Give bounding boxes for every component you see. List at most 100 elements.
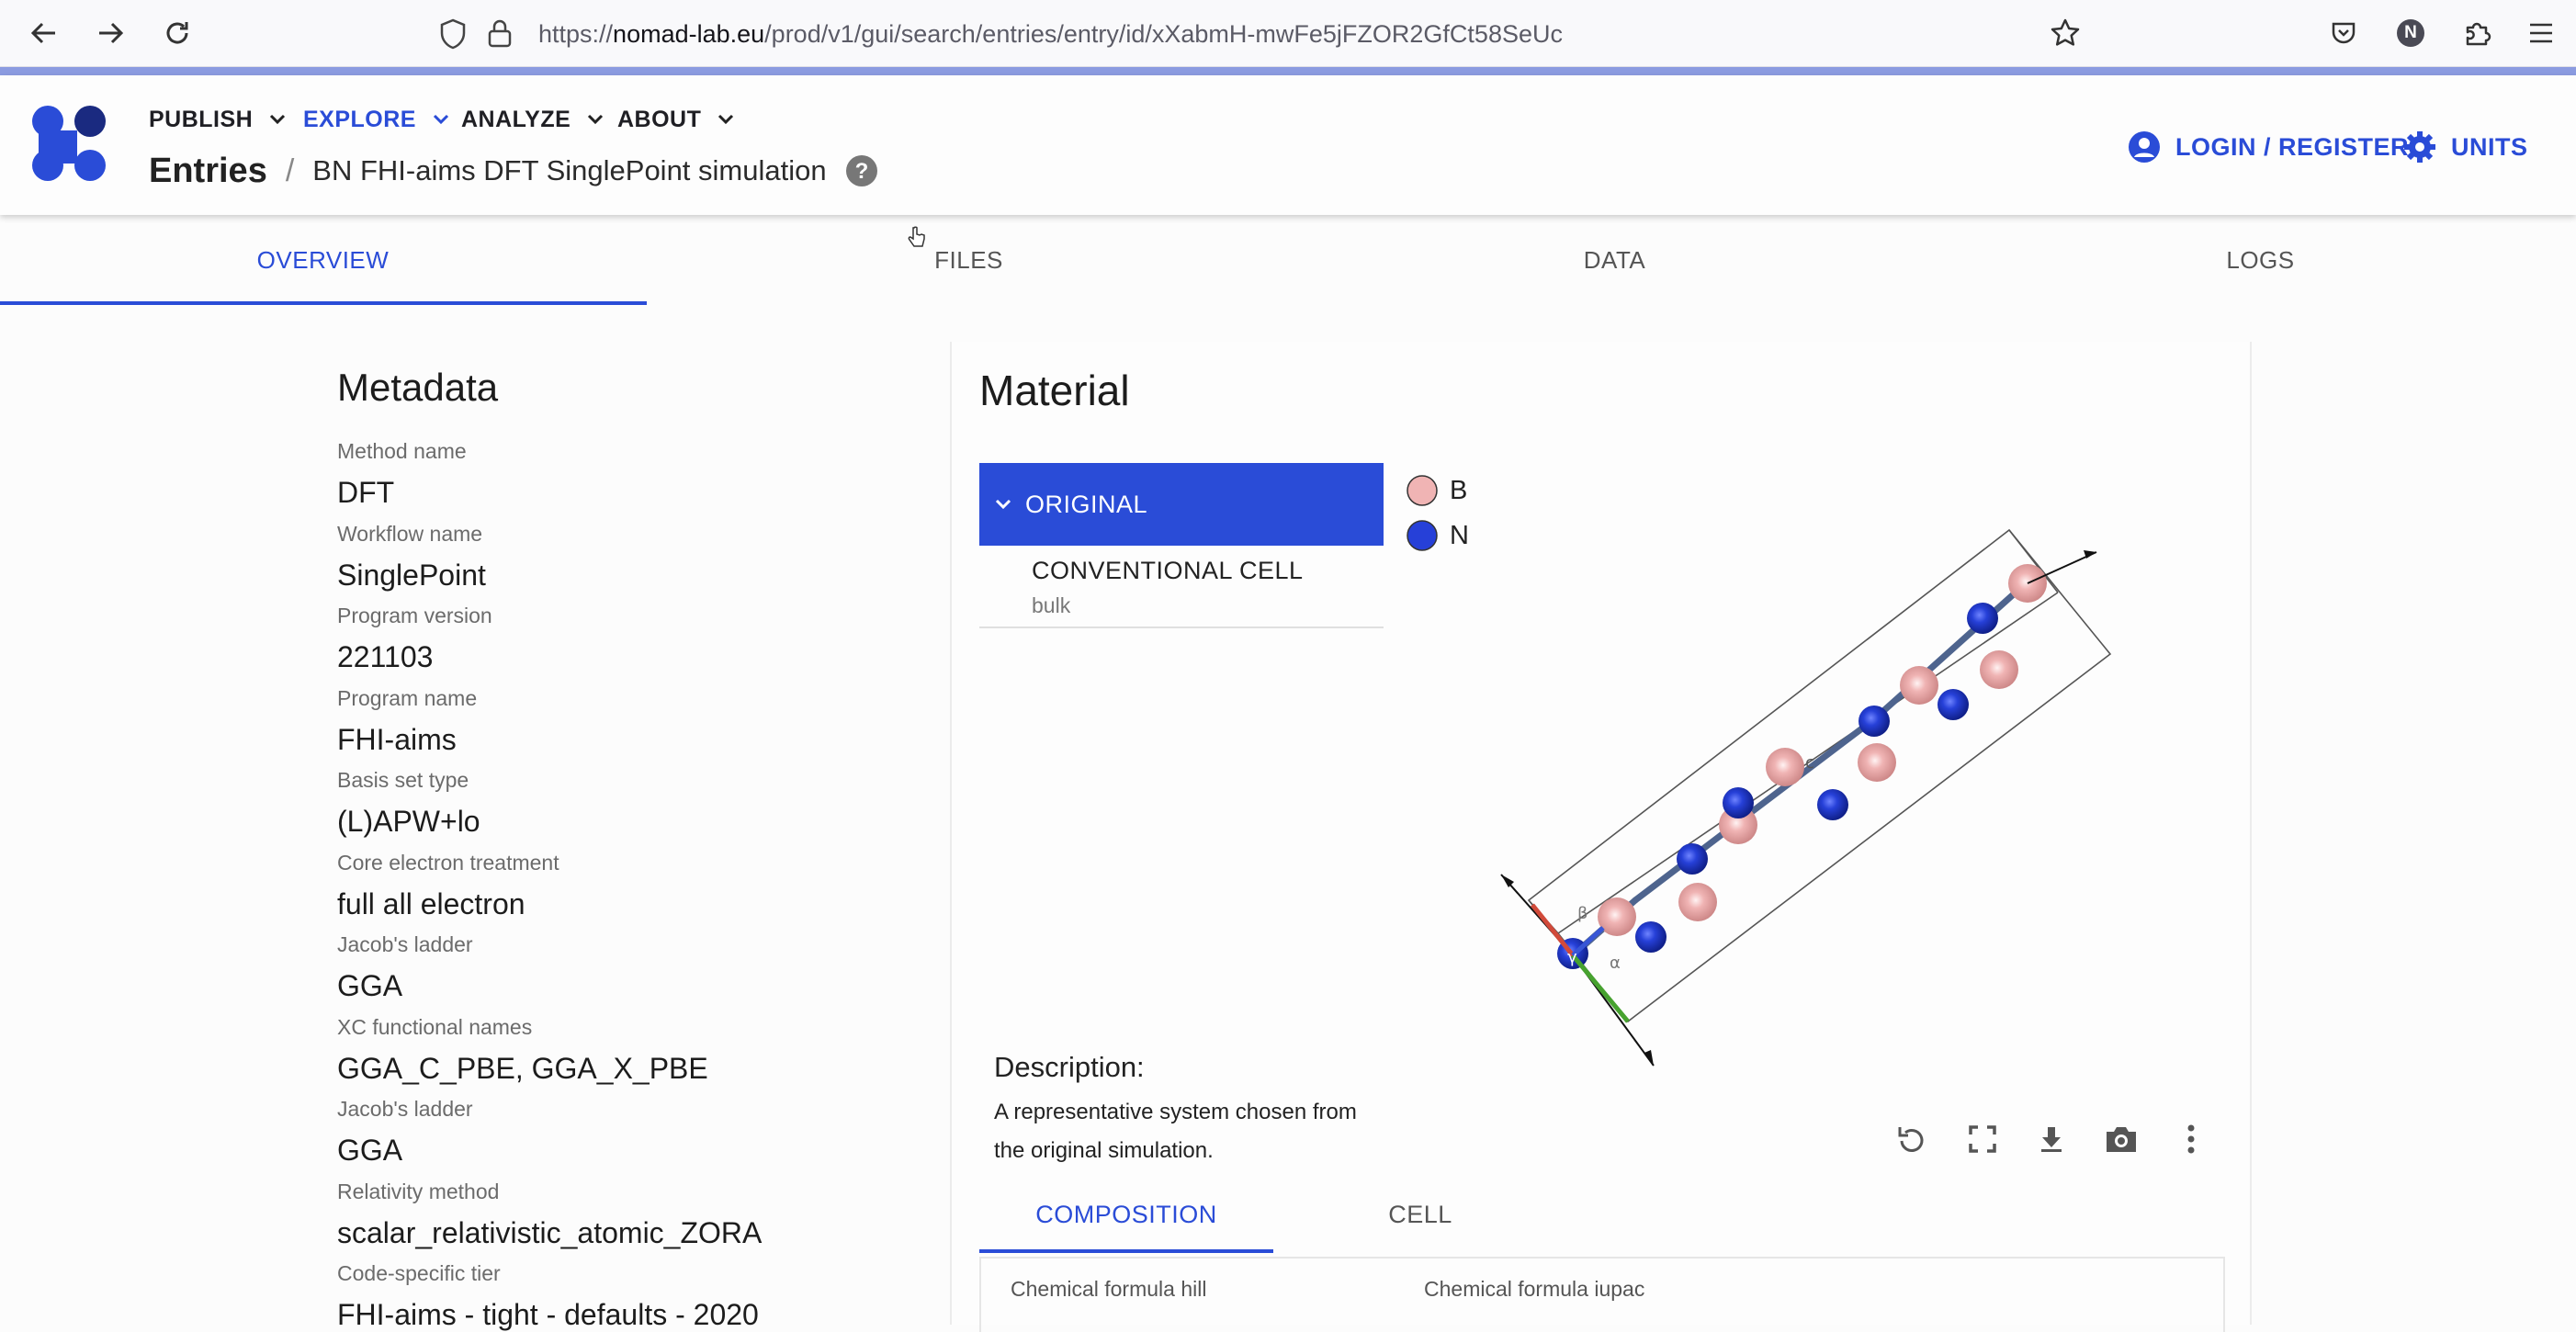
units-label: UNITS (2451, 132, 2528, 161)
meta-label: Relativity method (337, 1180, 500, 1203)
bookmark-star-button[interactable] (2041, 9, 2089, 57)
meta-label: Method name (337, 439, 467, 463)
meta-value: 221103 (337, 640, 434, 673)
chevron-down-icon (588, 114, 604, 125)
arrow-right-icon (99, 22, 124, 44)
browser-toolbar: https://nomad-lab.eu/prod/v1/gui/search/… (0, 0, 2576, 67)
page-top-stripe (0, 67, 2576, 75)
puzzle-icon (2466, 22, 2491, 46)
breadcrumb-entries-link[interactable]: Entries (149, 152, 267, 191)
screenshot-button[interactable] (2096, 1113, 2147, 1165)
hamburger-icon (2530, 23, 2552, 43)
meta-value: SinglePoint (337, 559, 486, 592)
system-conventional-label: CONVENTIONAL CELL (1032, 557, 1304, 584)
menu-about[interactable]: ABOUT (617, 101, 734, 138)
tab-overview-label: OVERVIEW (256, 245, 390, 274)
meta-label: Program name (337, 686, 478, 710)
shield-icon (440, 18, 466, 50)
angle-label: α (1610, 954, 1621, 973)
tab-data-label: DATA (1583, 245, 1646, 274)
chevron-down-icon (433, 114, 449, 125)
tab-logs[interactable]: LOGS (1938, 215, 2576, 305)
arrow-left-icon (30, 22, 55, 44)
unit-cell-box (1527, 528, 2112, 1023)
download-button[interactable] (2026, 1113, 2077, 1165)
meta-value: full all electron (337, 887, 525, 920)
extensions-button[interactable] (2453, 9, 2501, 57)
menu-about-label: ABOUT (617, 106, 702, 132)
tab-files[interactable]: FILES (646, 215, 1292, 305)
units-button[interactable]: UNITS (2403, 121, 2528, 173)
metadata-heading: Metadata (337, 366, 499, 409)
meta-value: (L)APW+lo (337, 805, 480, 838)
meta-label: XC functional names (337, 1015, 533, 1039)
tab-cell[interactable]: CELL (1273, 1176, 1567, 1253)
url-bar[interactable]: https://nomad-lab.eu/prod/v1/gui/search/… (432, 7, 2076, 59)
menu-publish-label: PUBLISH (149, 106, 254, 132)
table-header-cell: Chemical formula hill (1011, 1277, 1207, 1301)
atom (1557, 564, 2047, 969)
description-text: A representative system chosen from the … (994, 1100, 1357, 1163)
meta-label: Jacob's ladder (337, 1097, 473, 1121)
meta-label: Code-specific tier (337, 1261, 501, 1285)
tab-active-indicator (0, 301, 647, 305)
tab-cell-label: CELL (1388, 1200, 1452, 1228)
replay-icon (1898, 1127, 1924, 1152)
system-conventional-sub: bulk (1032, 593, 1071, 617)
login-register-label: LOGIN / REGISTER (2175, 132, 2410, 161)
avatar: N (2397, 19, 2424, 47)
meta-value: scalar_relativistic_atomic_ZORA (337, 1216, 763, 1249)
url-text: https://nomad-lab.eu/prod/v1/gui/search/… (538, 20, 1563, 48)
subtab-active-indicator (979, 1249, 1273, 1253)
meta-value: GGA_C_PBE, GGA_X_PBE (337, 1052, 708, 1085)
chevron-down-icon (995, 499, 1011, 510)
tab-logs-label: LOGS (2226, 245, 2295, 274)
star-icon (2051, 18, 2080, 46)
forward-button[interactable] (86, 9, 134, 57)
app-header: PUBLISH EXPLORE ANALYZE ABOUT Entries / … (0, 75, 2576, 215)
meta-label: Workflow name (337, 522, 483, 546)
tab-overview[interactable]: OVERVIEW (0, 215, 646, 305)
system-conventional-item[interactable]: CONVENTIONAL CELL bulk (979, 546, 1384, 628)
table-header-cell: Chemical formula iupac (1424, 1277, 1645, 1301)
breadcrumb: Entries / BN FHI-aims DFT SinglePoint si… (149, 145, 878, 197)
pocket-button[interactable] (2320, 9, 2367, 57)
structure-viewer[interactable]: β α γ c (1470, 514, 2131, 1084)
menu-publish[interactable]: PUBLISH (149, 101, 286, 138)
reset-view-button[interactable] (1885, 1113, 1937, 1165)
browser-menu-button[interactable] (2517, 9, 2565, 57)
legend-item-nitrogen: N (1406, 517, 1469, 554)
svg-text:?: ? (854, 159, 868, 184)
meta-value: GGA (337, 969, 403, 1002)
pocket-icon (2332, 22, 2356, 44)
reload-icon (166, 22, 188, 44)
atom-swatch (1407, 520, 1438, 551)
nomad-logo[interactable] (29, 103, 112, 186)
login-register-button[interactable]: LOGIN / REGISTER (2128, 121, 2409, 173)
more-vert-icon (2187, 1124, 2195, 1154)
angle-label: β (1577, 904, 1588, 923)
meta-label: Jacob's ladder (337, 932, 473, 956)
fullscreen-button[interactable] (1957, 1113, 2008, 1165)
composition-table: Chemical formula hill Chemical formula i… (979, 1257, 2225, 1332)
meta-label: Basis set type (337, 768, 469, 792)
menu-analyze[interactable]: ANALYZE (461, 101, 604, 138)
legend-label: B (1450, 475, 1468, 505)
help-icon[interactable]: ? (845, 154, 878, 187)
legend-item-boron: B (1406, 472, 1467, 509)
camera-icon (2107, 1127, 2136, 1152)
profile-button[interactable]: N (2387, 9, 2435, 57)
angle-label: γ (1567, 948, 1577, 967)
menu-explore-label: EXPLORE (303, 106, 416, 132)
material-heading: Material (979, 367, 1130, 414)
system-original-item[interactable]: ORIGINAL (979, 463, 1384, 546)
download-icon (2041, 1127, 2062, 1152)
back-button[interactable] (20, 9, 68, 57)
chevron-down-icon (270, 114, 286, 125)
tab-composition[interactable]: COMPOSITION (979, 1176, 1273, 1253)
more-options-button[interactable] (2165, 1113, 2217, 1165)
menu-explore[interactable]: EXPLORE (303, 101, 449, 138)
tab-data[interactable]: DATA (1292, 215, 1938, 305)
reload-button[interactable] (153, 9, 201, 57)
meta-label: Core electron treatment (337, 851, 559, 875)
